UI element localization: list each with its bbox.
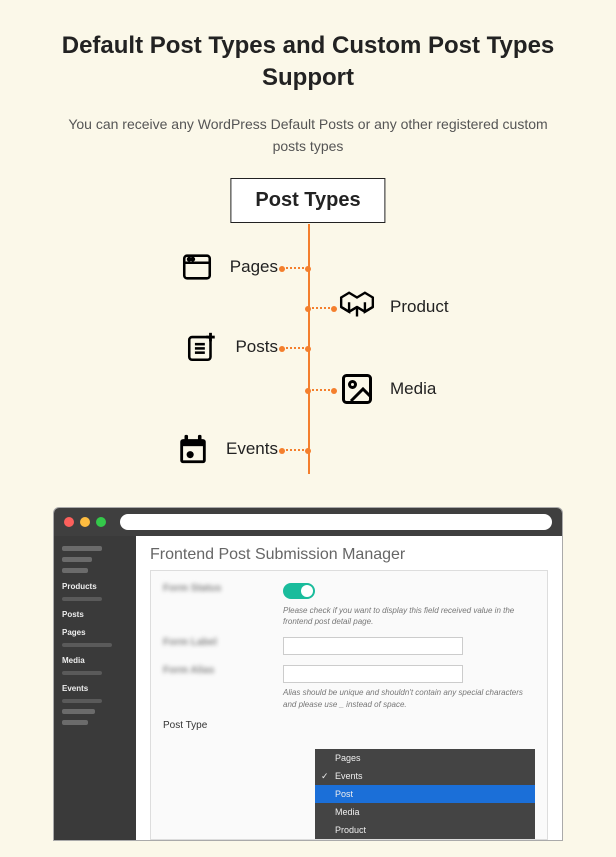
url-bar[interactable]: [120, 514, 552, 530]
connector: [282, 449, 308, 451]
sidebar-item-products[interactable]: Products: [62, 579, 128, 591]
maximize-icon[interactable]: [96, 517, 106, 527]
diagram-node-product: Product: [338, 288, 449, 326]
media-icon: [338, 370, 376, 408]
post-type-dropdown[interactable]: Pages Events Post Media Product: [315, 749, 535, 839]
sidebar-blur-item: [62, 557, 92, 562]
form-alias-help: Alias should be unique and shouldn't con…: [283, 687, 535, 709]
post-type-label: Post Type: [163, 720, 283, 731]
dropdown-option-post[interactable]: Post: [315, 785, 535, 803]
dropdown-option-pages[interactable]: Pages: [315, 749, 535, 767]
form-status-label: Form Status: [163, 583, 283, 594]
form-status-toggle[interactable]: [283, 583, 315, 599]
sidebar-blur-item: [62, 720, 88, 725]
connector: [282, 267, 308, 269]
admin-sidebar: Products Posts Pages Media Events: [54, 536, 136, 840]
posts-icon: [183, 328, 221, 366]
diagram-node-events: Events: [174, 430, 278, 468]
diagram-node-media: Media: [338, 370, 436, 408]
node-label: Media: [390, 379, 436, 399]
sidebar-blur-item: [62, 709, 95, 714]
form-alias-label: Form Alias: [163, 665, 283, 676]
node-label: Events: [226, 439, 278, 459]
page-title: Default Post Types and Custom Post Types…: [0, 0, 616, 113]
form-panel: Form Status Please check if you want to …: [150, 570, 548, 840]
diagram-root-box: Post Types: [230, 178, 385, 223]
sidebar-blur-item: [62, 568, 88, 573]
sidebar-sub-item: [62, 643, 112, 647]
app-screenshot: Products Posts Pages Media Events Fronte…: [53, 507, 563, 841]
product-icon: [338, 288, 376, 326]
form-status-help: Please check if you want to display this…: [283, 605, 535, 627]
page-subtitle: You can receive any WordPress Default Po…: [0, 113, 616, 158]
sidebar-item-posts[interactable]: Posts: [62, 607, 128, 619]
node-label: Posts: [235, 337, 278, 357]
main-panel: Frontend Post Submission Manager Form St…: [136, 536, 562, 840]
pages-icon: [178, 248, 216, 286]
sidebar-sub-item: [62, 671, 102, 675]
sidebar-item-events[interactable]: Events: [62, 681, 128, 693]
sidebar-sub-item: [62, 699, 102, 703]
diagram-node-pages: Pages: [178, 248, 278, 286]
sidebar-item-pages[interactable]: Pages: [62, 625, 128, 637]
dropdown-option-product[interactable]: Product: [315, 821, 535, 839]
connector: [308, 389, 334, 391]
events-icon: [174, 430, 212, 468]
connector: [282, 347, 308, 349]
form-label-label: Form Label: [163, 637, 283, 648]
window-titlebar: [54, 508, 562, 536]
node-label: Pages: [230, 257, 278, 277]
main-title: Frontend Post Submission Manager: [136, 536, 562, 570]
post-types-diagram: Post Types Pages Posts Events Product Me: [0, 178, 616, 493]
close-icon[interactable]: [64, 517, 74, 527]
dropdown-option-events[interactable]: Events: [315, 767, 535, 785]
connector: [308, 307, 334, 309]
minimize-icon[interactable]: [80, 517, 90, 527]
sidebar-sub-item: [62, 597, 102, 601]
dropdown-option-media[interactable]: Media: [315, 803, 535, 821]
form-label-input[interactable]: [283, 637, 463, 655]
diagram-node-posts: Posts: [183, 328, 278, 366]
form-alias-input[interactable]: [283, 665, 463, 683]
sidebar-item-media[interactable]: Media: [62, 653, 128, 665]
node-label: Product: [390, 297, 449, 317]
sidebar-blur-item: [62, 546, 102, 551]
